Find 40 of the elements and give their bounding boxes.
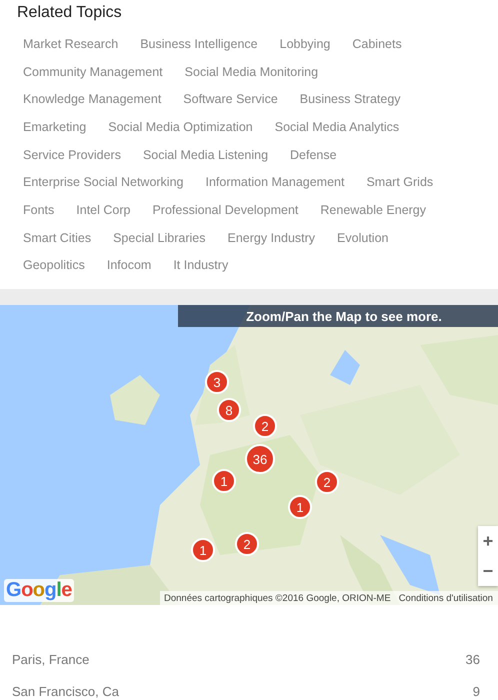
topic-link[interactable]: Defense: [290, 148, 337, 162]
topic-link[interactable]: Geopolitics: [23, 258, 85, 272]
topic-link[interactable]: Special Libraries: [113, 230, 206, 245]
topic-link[interactable]: Social Media Listening: [142, 148, 268, 162]
topic-link[interactable]: Evolution: [337, 230, 388, 245]
topic-link[interactable]: Enterprise Social Networking: [23, 175, 184, 190]
topic-link[interactable]: Fonts: [23, 202, 54, 217]
topic-link[interactable]: Infocom: [106, 258, 152, 272]
topic-link[interactable]: Energy Industry: [228, 230, 316, 245]
location-name: Paris, France: [12, 652, 90, 667]
map-attribution: Données cartographiques ©2016 Google, ORION-ME: [164, 592, 391, 604]
topic-link[interactable]: Business Intelligence: [140, 36, 258, 51]
zoom-out-button[interactable]: −: [478, 556, 498, 586]
location-count: 36: [466, 652, 480, 667]
topic-link[interactable]: Social Media Analytics: [274, 120, 400, 134]
location-name: San Francisco, Ca: [12, 684, 119, 699]
topic-link[interactable]: Renewable Energy: [320, 202, 426, 217]
location-count: 9: [472, 684, 480, 699]
topic-link[interactable]: Smart Cities: [23, 230, 92, 245]
terms-link[interactable]: Conditions d'utilisation: [398, 592, 493, 604]
map-banner: Zoom/Pan the Map to see more.: [178, 305, 498, 328]
topic-link[interactable]: Business Strategy: [300, 92, 401, 106]
topic-link[interactable]: Lobbying: [280, 36, 330, 51]
topic-link[interactable]: Cabinets: [352, 36, 402, 51]
topic-link[interactable]: Emarketing: [23, 120, 86, 134]
topic-link[interactable]: Information Management: [206, 175, 344, 190]
topic-link[interactable]: Smart Grids: [366, 175, 434, 190]
section-title: Related Topics: [16, 4, 123, 23]
topic-link[interactable]: Professional Development: [152, 202, 298, 217]
topic-link[interactable]: Community Management: [23, 64, 163, 79]
topic-link[interactable]: Intel Corp: [76, 202, 130, 217]
topic-link[interactable]: Social Media Optimization: [108, 120, 253, 134]
zoom-in-button[interactable]: +: [478, 526, 498, 556]
topic-link[interactable]: Market Research: [23, 36, 118, 51]
topic-link[interactable]: Software Service: [183, 92, 278, 106]
topic-link[interactable]: It Industry: [173, 258, 228, 272]
topic-link[interactable]: Service Providers: [23, 148, 121, 162]
map-logo: Google: [4, 579, 74, 602]
topic-link[interactable]: Social Media Monitoring: [184, 64, 318, 79]
topic-link[interactable]: Knowledge Management: [23, 92, 162, 106]
